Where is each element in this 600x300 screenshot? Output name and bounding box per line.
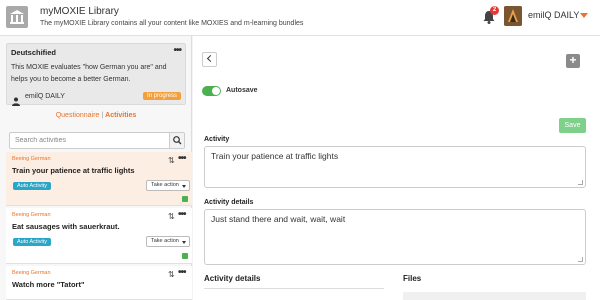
tab-questionnaire[interactable]: Questionnaire bbox=[56, 112, 100, 119]
activity-title: Eat sausages with sauerkraut. bbox=[12, 222, 120, 231]
sort-arrows-icon[interactable]: ⇅ bbox=[168, 212, 175, 221]
activity-category: Beeing German bbox=[12, 212, 51, 218]
tab-activities[interactable]: Activities bbox=[105, 112, 136, 119]
notification-badge: 2 bbox=[490, 6, 499, 15]
activity-field[interactable]: Train your patience at traffic lights bbox=[204, 146, 586, 188]
auto-activity-badge: Auto Activity bbox=[13, 182, 51, 190]
take-action-dropdown[interactable]: Take action bbox=[146, 180, 190, 191]
list-item[interactable]: Beeing German Train your patience at tra… bbox=[6, 152, 192, 206]
activity-details-field[interactable]: Just stand there and wait, wait, wait bbox=[204, 209, 586, 265]
chevron-left-icon bbox=[206, 54, 215, 63]
take-action-label: Take action bbox=[151, 238, 179, 244]
section-activity-details: Activity details bbox=[204, 274, 261, 283]
editor-panel: + Autosave Save Activity Train your pati… bbox=[193, 36, 600, 300]
app-title: myMOXIE Library bbox=[40, 6, 119, 17]
search-box bbox=[9, 132, 185, 149]
sort-arrows-icon[interactable]: ⇅ bbox=[168, 270, 175, 279]
toggle-knob bbox=[212, 87, 220, 95]
check-icon bbox=[182, 196, 188, 202]
activity-field-value: Train your patience at traffic lights bbox=[211, 151, 339, 161]
module-card[interactable]: Deutschified ••• This MOXIE evaluates "h… bbox=[6, 43, 186, 106]
autosave-label: Autosave bbox=[226, 87, 258, 94]
activity-category: Beeing German bbox=[12, 156, 51, 162]
autosave-toggle[interactable] bbox=[202, 86, 221, 96]
activity-title: Watch more "Tatort" bbox=[12, 280, 85, 289]
module-user: emilQ DAILY bbox=[25, 93, 65, 100]
module-description: This MOXIE evaluates "how German you are… bbox=[11, 64, 167, 83]
status-badge: In progress bbox=[142, 92, 181, 100]
top-bar: myMOXIE Library The myMOXIE Library cont… bbox=[0, 0, 600, 36]
chevron-down-icon bbox=[182, 185, 186, 188]
chevron-down-icon bbox=[182, 241, 186, 244]
resize-handle[interactable] bbox=[578, 257, 583, 262]
user-name[interactable]: emilQ DAILY bbox=[528, 10, 579, 20]
section-files: Files bbox=[403, 274, 422, 283]
search-input[interactable] bbox=[10, 133, 170, 148]
chevron-down-icon[interactable] bbox=[580, 13, 588, 18]
more-icon[interactable]: ••• bbox=[178, 153, 186, 164]
app-subtitle: The myMOXIE Library contains all your co… bbox=[40, 20, 304, 27]
library-icon[interactable] bbox=[6, 6, 28, 28]
save-button[interactable]: Save bbox=[559, 118, 586, 133]
list-item[interactable]: Beeing German Eat sausages with sauerkra… bbox=[6, 208, 192, 264]
activity-details-label: Activity details bbox=[204, 199, 254, 206]
more-icon[interactable]: ••• bbox=[178, 267, 186, 278]
resize-handle[interactable] bbox=[578, 180, 583, 185]
person-icon bbox=[12, 93, 20, 106]
left-panel: Deutschified ••• This MOXIE evaluates "h… bbox=[0, 36, 192, 300]
avatar[interactable] bbox=[504, 6, 522, 26]
activity-category: Beeing German bbox=[12, 270, 51, 276]
check-icon bbox=[182, 253, 188, 259]
list-item[interactable]: Beeing German Watch more "Tatort" ⇅ ••• bbox=[6, 266, 192, 300]
module-title: Deutschified bbox=[11, 48, 57, 57]
back-button[interactable] bbox=[202, 52, 217, 67]
take-action-dropdown[interactable]: Take action bbox=[146, 236, 190, 247]
activity-details-value: Just stand there and wait, wait, wait bbox=[211, 214, 346, 224]
more-icon[interactable]: ••• bbox=[178, 209, 186, 220]
activity-title: Train your patience at traffic lights bbox=[12, 166, 135, 175]
search-icon[interactable] bbox=[169, 133, 184, 148]
sort-arrows-icon[interactable]: ⇅ bbox=[168, 156, 175, 165]
auto-activity-badge: Auto Activity bbox=[13, 238, 51, 246]
files-area bbox=[403, 292, 586, 300]
more-icon[interactable]: ••• bbox=[173, 45, 181, 56]
list-tabs: Questionnaire | Activities bbox=[6, 112, 186, 119]
take-action-label: Take action bbox=[151, 182, 179, 188]
plus-icon[interactable]: + bbox=[566, 54, 580, 68]
activity-label: Activity bbox=[204, 136, 230, 143]
divider bbox=[204, 288, 384, 289]
